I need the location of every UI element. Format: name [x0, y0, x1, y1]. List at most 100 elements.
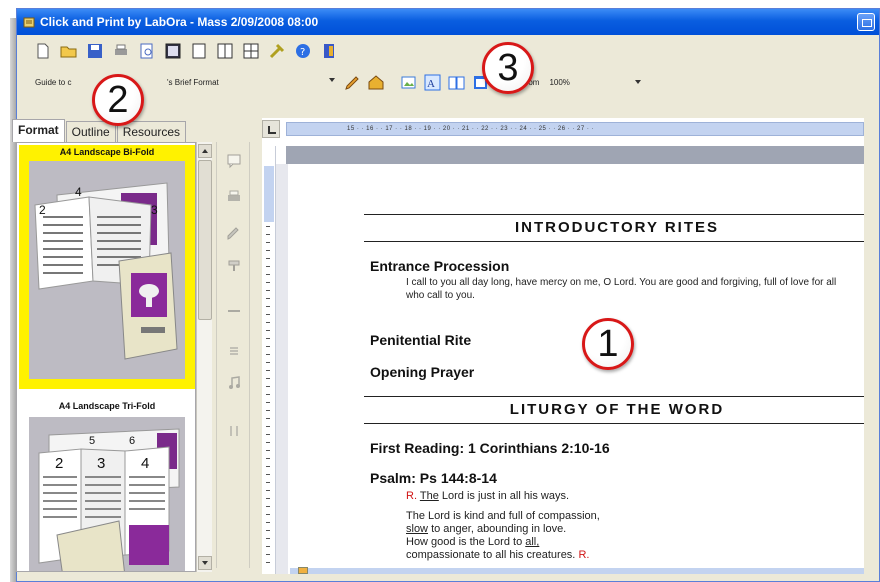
tools-button[interactable] — [267, 41, 287, 61]
vertical-ruler-margin — [264, 166, 274, 222]
text-style-button[interactable]: A — [421, 71, 443, 93]
document-page[interactable]: INTRODUCTORY RITES Entrance Procession I… — [288, 164, 864, 574]
tab-stop-selector[interactable] — [262, 120, 280, 138]
layout-button-1[interactable] — [163, 41, 183, 61]
printer-icon — [228, 190, 240, 201]
print-button[interactable] — [111, 41, 131, 61]
response-marker: R. — [578, 549, 590, 561]
svg-text:?: ? — [300, 47, 305, 58]
psalm-underlined-word: all, — [525, 536, 540, 548]
format-item-bifold[interactable]: A4 Landscape Bi-Fold 4 2 3 — [19, 145, 195, 389]
save-button[interactable] — [85, 41, 105, 61]
format-toolbar: Guide to c 's Brief Format A Zoom 100% — [17, 67, 879, 97]
new-file-button[interactable] — [33, 41, 53, 61]
callout-badge-2: 2 — [92, 74, 144, 126]
scroll-thumb[interactable] — [198, 160, 212, 320]
folder-open-icon — [60, 46, 77, 58]
side-list-button[interactable] — [225, 342, 243, 360]
page-top-margin — [286, 146, 864, 164]
response-marker: R. — [406, 490, 417, 502]
scroll-down-arrow-icon[interactable] — [198, 556, 212, 570]
image-button[interactable] — [397, 71, 419, 93]
layout-single-icon — [165, 43, 181, 59]
side-comment-button[interactable] — [225, 152, 243, 170]
horizontal-ruler[interactable]: 15 · · 16 · · 17 · · 18 · · 19 · · 20 · … — [286, 122, 864, 136]
house-icon — [368, 74, 383, 89]
response-text: Lord is just in all his ways. — [441, 490, 570, 502]
help-button[interactable]: ? — [293, 41, 313, 61]
page-number: 2 — [55, 455, 64, 472]
tools-icon — [269, 43, 285, 59]
page-number: 2 — [39, 203, 46, 217]
format-item-trifold[interactable]: A4 Landscape Tri-Fold 5 6 2 3 4 — [19, 397, 195, 571]
penitential-heading: Penitential Rite — [370, 332, 472, 348]
restore-button[interactable] — [857, 13, 875, 31]
format-panel: Format Outline Resources A4 Landscape Bi… — [12, 118, 214, 572]
bifold-booklet-illustration — [29, 161, 185, 379]
layout-button-3[interactable] — [215, 41, 235, 61]
preview-button[interactable] — [137, 41, 157, 61]
page-number: 4 — [75, 185, 82, 199]
book-button[interactable] — [445, 71, 467, 93]
psalm-line: compassionate to all his creatures. R. — [406, 549, 766, 562]
format-list-scrollbar[interactable] — [196, 142, 212, 572]
format-thumbnail-list: A4 Landscape Bi-Fold 4 2 3 A4 Landscape … — [16, 142, 196, 572]
psalm-line-start: How good is the Lord to — [406, 536, 523, 548]
printer-icon — [115, 44, 127, 55]
entrance-text: I call to you all day long, have mercy o… — [406, 277, 837, 301]
main-toolbar: ? — [17, 35, 879, 67]
side-tool-strip — [216, 142, 250, 568]
new-file-icon — [37, 43, 49, 59]
panel-tabs: Format Outline Resources — [12, 118, 187, 142]
edit-button[interactable] — [341, 71, 363, 93]
psalm-line: How good is the Lord to all, — [406, 536, 766, 549]
chevron-down-icon — [635, 80, 642, 84]
layout-grid-icon — [243, 43, 259, 59]
format-item-label: A4 Landscape Bi-Fold — [59, 147, 155, 157]
psalm-response: R. The Lord is just in all his ways. — [406, 490, 569, 502]
horizontal-line-icon — [228, 310, 240, 312]
text-style-icon: A — [424, 74, 440, 90]
side-format-button[interactable] — [225, 256, 243, 274]
side-print-button[interactable] — [225, 188, 243, 206]
layout-button-4[interactable] — [241, 41, 261, 61]
music-note-icon — [229, 376, 240, 389]
document-area: 15 · · 16 · · 17 · · 18 · · 19 · · 20 · … — [262, 118, 864, 574]
page-number: 4 — [141, 455, 150, 472]
layout-two-page-icon — [217, 43, 233, 59]
comment-icon — [227, 154, 241, 169]
guide-format-value: 's Brief Format — [167, 77, 219, 87]
zoom-select[interactable]: 100% — [545, 74, 643, 90]
section-heading: LITURGY OF THE WORD — [364, 396, 864, 424]
side-edit-button[interactable] — [225, 224, 243, 242]
side-columns-button[interactable] — [225, 422, 243, 440]
scroll-up-arrow-icon[interactable] — [198, 144, 212, 158]
page-left-gutter — [276, 164, 288, 574]
page-number: 3 — [97, 455, 106, 472]
trifold-preview-image: 5 6 2 3 4 — [29, 417, 185, 571]
title-bar: Click and Print by LabOra - Mass 2/09/20… — [17, 9, 879, 35]
exit-button[interactable] — [319, 41, 339, 61]
tab-format[interactable]: Format — [12, 119, 65, 142]
exit-door-icon — [324, 44, 334, 58]
page-number: 5 — [89, 435, 96, 447]
layout-button-2[interactable] — [189, 41, 209, 61]
vertical-ruler[interactable] — [262, 146, 276, 574]
document-bottom-scrollbar[interactable] — [290, 568, 864, 574]
psalm-line-rest: to anger, abounding in love. — [431, 523, 567, 535]
picture-icon — [401, 76, 415, 88]
guide-label: Guide to c — [35, 77, 72, 87]
section-heading: INTRODUCTORY RITES — [364, 214, 864, 242]
side-music-button[interactable] — [225, 374, 243, 392]
first-reading-heading: First Reading: 1 Corinthians 2:10-16 — [370, 440, 610, 456]
side-line-button[interactable] — [225, 302, 243, 320]
pencil-icon — [227, 227, 239, 240]
home-button[interactable] — [365, 71, 387, 93]
format-item-label: A4 Landscape Tri-Fold — [58, 401, 156, 411]
app-icon — [23, 17, 35, 27]
psalm-line: The Lord is kind and full of compassion, — [406, 510, 600, 522]
page-view-toggle[interactable] — [298, 567, 308, 574]
psalm-heading: Psalm: Ps 144:8-14 — [370, 470, 497, 486]
book-icon — [448, 76, 464, 89]
open-button[interactable] — [59, 41, 79, 61]
